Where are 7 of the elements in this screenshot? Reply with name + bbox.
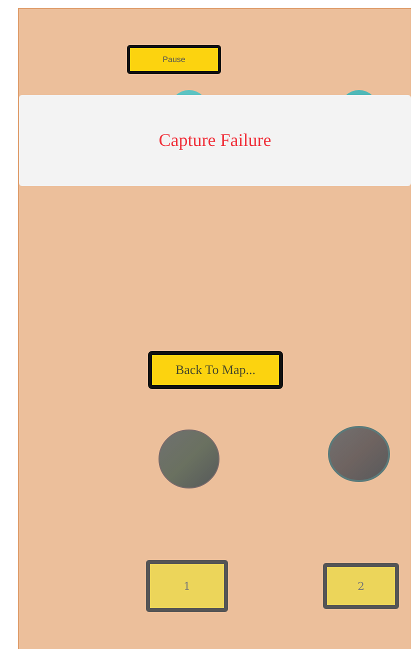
level-button[interactable]: 2 xyxy=(323,563,399,609)
orb-icon xyxy=(328,425,390,483)
failure-title: Capture Failure xyxy=(158,130,272,151)
orb-icon xyxy=(158,429,220,489)
pause-button[interactable]: Pause xyxy=(127,45,221,74)
level-button[interactable]: 1 xyxy=(146,560,228,612)
back-to-map-button[interactable]: Back To Map... xyxy=(148,351,283,389)
